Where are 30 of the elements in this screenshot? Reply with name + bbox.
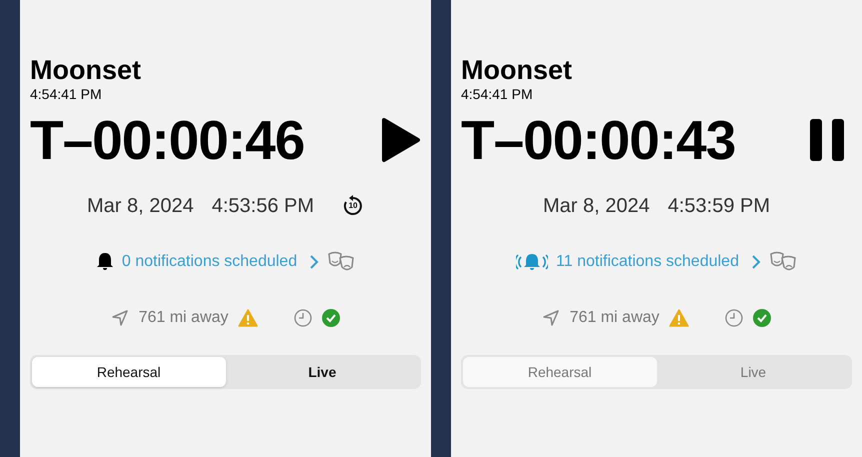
clock-icon — [725, 309, 744, 327]
date-text: Mar 8, 2024 — [542, 194, 650, 219]
event-title: Moonset — [461, 54, 572, 86]
check-circle-icon — [753, 309, 772, 327]
notifications-link[interactable]: 11 notifications scheduled — [556, 250, 739, 274]
event-time: 4:54:41 PM — [30, 86, 102, 102]
clock-text: 4:53:56 PM — [212, 194, 314, 219]
play-icon[interactable] — [381, 117, 421, 163]
chevron-right-icon[interactable] — [750, 254, 761, 270]
event-time: 4:54:41 PM — [461, 86, 533, 102]
warning-icon — [669, 309, 690, 327]
location-arrow-icon — [110, 309, 129, 327]
clock-text: 4:53:59 PM — [668, 194, 770, 219]
distance-text: 761 mi away — [570, 308, 660, 328]
check-circle-icon — [322, 309, 340, 327]
date-text: Mar 8, 2024 — [86, 194, 194, 219]
location-arrow-icon — [542, 309, 560, 327]
warning-icon — [238, 309, 258, 327]
chevron-right-icon[interactable] — [309, 254, 320, 270]
event-title: Moonset — [30, 54, 141, 86]
countdown-timer: T–00:00:43 — [461, 110, 736, 170]
pause-icon[interactable] — [810, 119, 844, 161]
theater-masks-icon[interactable] — [327, 251, 356, 273]
distance-text: 761 mi away — [138, 308, 228, 328]
countdown-timer: T–00:00:46 — [30, 110, 304, 170]
notifications-link[interactable]: 0 notifications scheduled — [122, 250, 298, 274]
theater-masks-icon[interactable] — [768, 251, 797, 273]
mode-tab[interactable]: Live — [226, 357, 419, 387]
mode-tab[interactable]: Rehearsal — [32, 357, 226, 387]
clock-icon — [294, 309, 312, 327]
